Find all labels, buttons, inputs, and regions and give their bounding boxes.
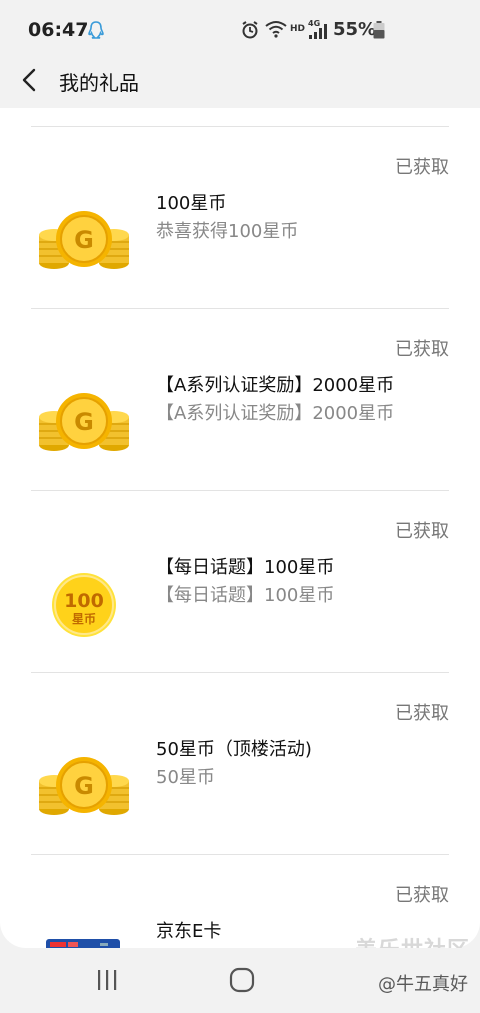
gift-desc: 【每日话题】100星币 <box>156 585 335 606</box>
gift-item[interactable]: 已获取 100 星币 【每日话题】100星币 【每日话题】100星币 <box>0 491 480 673</box>
coin-label: 星币 <box>72 612 96 626</box>
gift-title: 100星币 <box>156 193 227 214</box>
gift-desc: 50星币 <box>156 767 215 788</box>
recent-apps-icon[interactable] <box>95 968 119 996</box>
gift-status: 已获取 <box>395 339 449 360</box>
page-title: 我的礼品 <box>59 71 139 95</box>
back-arrow-icon[interactable] <box>18 66 40 94</box>
jd-card-icon <box>46 939 120 948</box>
gift-list[interactable]: 已获取 G 100星币 恭喜获得100星币 已获取 G 【A系列认证奖励】200… <box>0 108 480 948</box>
gold-coins-icon: G <box>36 385 132 461</box>
gift-desc: 【A系列认证奖励】2000星币 <box>156 403 395 424</box>
status-time: 06:47 <box>28 19 89 41</box>
gift-status: 已获取 <box>395 521 449 542</box>
hd-icon: HD <box>290 24 306 34</box>
battery-percent: 55% <box>333 19 377 40</box>
app-header: 我的礼品 <box>0 58 480 108</box>
gift-item[interactable]: 已获取 G 100星币 恭喜获得100星币 <box>0 127 480 309</box>
svg-text:G: G <box>74 226 94 254</box>
gift-title: 京东E卡 <box>156 921 222 942</box>
gift-title: 【每日话题】100星币 <box>156 557 335 578</box>
home-icon[interactable] <box>229 967 255 997</box>
gift-item[interactable]: 已获取 G 50星币（顶楼活动) 50星币 <box>0 673 480 855</box>
wifi-icon <box>265 20 287 42</box>
coin-number: 100 <box>64 590 104 612</box>
100-coin-icon: 100 星币 <box>36 567 132 643</box>
watermark-author: @牛五真好 <box>378 974 468 995</box>
gift-item[interactable]: 已获取 G 【A系列认证奖励】2000星币 【A系列认证奖励】2000星币 <box>0 309 480 491</box>
status-bar: 06:47 HD 4G 55% <box>0 0 480 58</box>
svg-text:G: G <box>74 772 94 800</box>
gift-desc: 恭喜获得100星币 <box>156 221 299 242</box>
alarm-icon <box>240 20 260 44</box>
4g-signal-icon <box>309 23 327 43</box>
gift-status: 已获取 <box>395 885 449 906</box>
gift-title: 50星币（顶楼活动) <box>156 739 312 760</box>
qq-icon <box>87 20 105 44</box>
gift-title: 【A系列认证奖励】2000星币 <box>156 375 395 396</box>
gold-coins-icon: G <box>36 203 132 279</box>
gift-status: 已获取 <box>395 703 449 724</box>
battery-icon <box>373 21 385 43</box>
svg-text:G: G <box>74 408 94 436</box>
gift-status: 已获取 <box>395 157 449 178</box>
gold-coins-icon: G <box>36 749 132 825</box>
